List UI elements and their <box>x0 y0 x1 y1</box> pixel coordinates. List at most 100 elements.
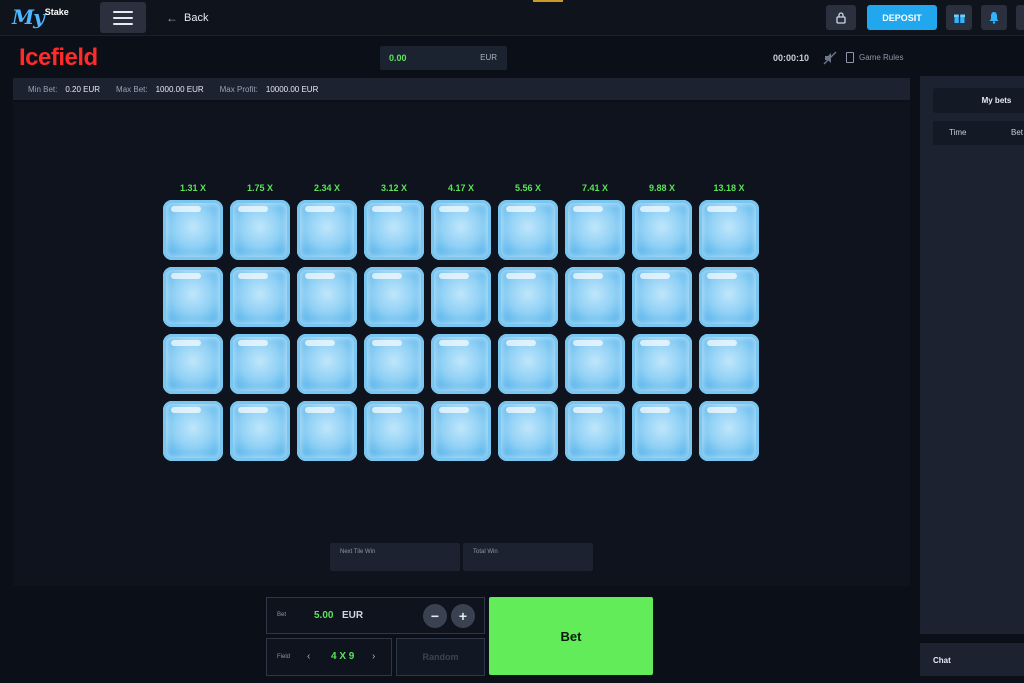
gift-button[interactable] <box>946 5 972 30</box>
ice-tile[interactable] <box>297 200 357 260</box>
ice-tile[interactable] <box>431 267 491 327</box>
menu-line-icon <box>113 22 133 25</box>
site-logo[interactable]: My Stake <box>12 5 69 29</box>
balance-display: 0.00 EUR <box>380 46 507 70</box>
col-time: Time <box>949 128 967 137</box>
lock-button[interactable] <box>826 5 856 30</box>
bet-label: Bet <box>277 612 287 618</box>
ice-tile[interactable] <box>163 200 223 260</box>
ice-tile[interactable] <box>230 334 290 394</box>
ice-tile[interactable] <box>699 200 759 260</box>
ice-tile[interactable] <box>699 267 759 327</box>
multiplier-label: 2.34 X <box>313 183 341 193</box>
ice-tile[interactable] <box>297 334 357 394</box>
ice-tile[interactable] <box>699 334 759 394</box>
col-bet: Bet <box>1011 128 1024 137</box>
back-label: Back <box>184 12 209 24</box>
hamburger-menu-button[interactable] <box>100 2 146 33</box>
ice-tile[interactable] <box>498 200 558 260</box>
sound-off-icon[interactable] <box>823 51 837 65</box>
max-bet-label: Max Bet: <box>116 84 148 94</box>
max-profit-label: Max Profit: <box>219 84 258 94</box>
max-bet-value: 1000.00 EUR <box>155 84 204 94</box>
multiplier-label: 5.56 X <box>514 183 542 193</box>
multiplier-label: 13.18 X <box>713 183 745 193</box>
ice-tile[interactable] <box>632 200 692 260</box>
field-label: Field <box>277 654 291 660</box>
top-bar: My Stake ← Back DEPOSIT <box>0 0 1024 36</box>
ice-tile[interactable] <box>163 267 223 327</box>
deposit-button[interactable]: DEPOSIT <box>867 5 937 30</box>
ice-tile[interactable] <box>431 334 491 394</box>
ice-tile[interactable] <box>565 401 625 461</box>
bet-currency: EUR <box>342 610 364 621</box>
lock-icon <box>836 12 846 24</box>
field-size-panel: Field ‹ 4 X 9 › <box>266 638 392 676</box>
ice-tile[interactable] <box>699 401 759 461</box>
bet-amount-input[interactable]: 5.00 <box>314 610 333 621</box>
ice-tile[interactable] <box>297 267 357 327</box>
bet-amount-panel: Bet 5.00 EUR − + <box>266 597 485 634</box>
balance-value: 0.00 <box>389 53 407 63</box>
ice-tile[interactable] <box>565 334 625 394</box>
ice-tile[interactable] <box>364 334 424 394</box>
menu-line-icon <box>113 10 133 13</box>
logo-my-text: My <box>12 5 45 29</box>
ice-tile[interactable] <box>297 401 357 461</box>
increase-bet-button[interactable]: + <box>451 604 475 628</box>
multiplier-label: 9.88 X <box>648 183 676 193</box>
ice-tile[interactable] <box>565 267 625 327</box>
back-link[interactable]: ← Back <box>166 11 208 25</box>
ice-tile[interactable] <box>632 267 692 327</box>
ice-tile[interactable] <box>230 267 290 327</box>
chat-panel[interactable]: Chat <box>920 643 1024 676</box>
chevron-right-icon[interactable]: › <box>372 651 375 662</box>
ice-tile[interactable] <box>163 334 223 394</box>
logo-stake-text: Stake <box>44 7 69 17</box>
bell-icon <box>989 12 999 24</box>
total-win-label: Total Win <box>473 549 498 555</box>
game-rules-button[interactable]: Game Rules <box>846 52 903 63</box>
total-win-box: Total Win <box>463 543 593 571</box>
ice-tile[interactable] <box>498 401 558 461</box>
profile-button[interactable] <box>1016 5 1024 30</box>
min-bet-label: Min Bet: <box>28 84 58 94</box>
ice-tile[interactable] <box>632 334 692 394</box>
ice-tile[interactable] <box>565 200 625 260</box>
ice-tile[interactable] <box>498 334 558 394</box>
multiplier-label: 4.17 X <box>447 183 475 193</box>
balance-currency: EUR <box>480 53 497 62</box>
place-bet-button[interactable]: Bet <box>489 597 653 675</box>
bets-table-header: Time Bet <box>933 121 1024 145</box>
arrow-left-icon: ← <box>166 11 178 25</box>
max-profit-value: 10000.00 EUR <box>265 84 319 94</box>
decrease-bet-button[interactable]: − <box>423 604 447 628</box>
ice-tile[interactable] <box>431 401 491 461</box>
my-bets-tab[interactable]: My bets <box>933 88 1024 113</box>
ice-tile[interactable] <box>632 401 692 461</box>
ice-tile[interactable] <box>364 267 424 327</box>
bets-sidebar <box>920 76 1024 634</box>
random-button[interactable]: Random <box>396 638 485 676</box>
game-timer: 00:00:10 <box>773 53 810 63</box>
chevron-left-icon[interactable]: ‹ <box>307 651 310 662</box>
game-title: Icefield <box>19 44 98 71</box>
menu-line-icon <box>113 16 133 19</box>
next-tile-win-label: Next Tile Win <box>340 549 376 555</box>
ice-tile[interactable] <box>364 200 424 260</box>
ice-tile[interactable] <box>498 267 558 327</box>
game-field: 1.31 X 1.75 X 2.34 X 3.12 X 4.17 X 5.56 X 7.41… <box>13 102 910 586</box>
ice-tile[interactable] <box>163 401 223 461</box>
limits-bar: Min Bet: 0.20 EUR Max Bet: 1000.00 EUR M… <box>13 78 910 100</box>
ice-tile[interactable] <box>230 200 290 260</box>
multiplier-label: 1.31 X <box>179 183 207 193</box>
gift-icon <box>953 14 965 23</box>
ice-tile[interactable] <box>230 401 290 461</box>
ice-tile[interactable] <box>431 200 491 260</box>
document-icon <box>846 52 854 63</box>
ice-tile[interactable] <box>364 401 424 461</box>
multiplier-label: 1.75 X <box>246 183 274 193</box>
notifications-button[interactable] <box>981 5 1007 30</box>
min-bet-value: 0.20 EUR <box>65 84 101 94</box>
field-size-value: 4 X 9 <box>331 651 355 662</box>
